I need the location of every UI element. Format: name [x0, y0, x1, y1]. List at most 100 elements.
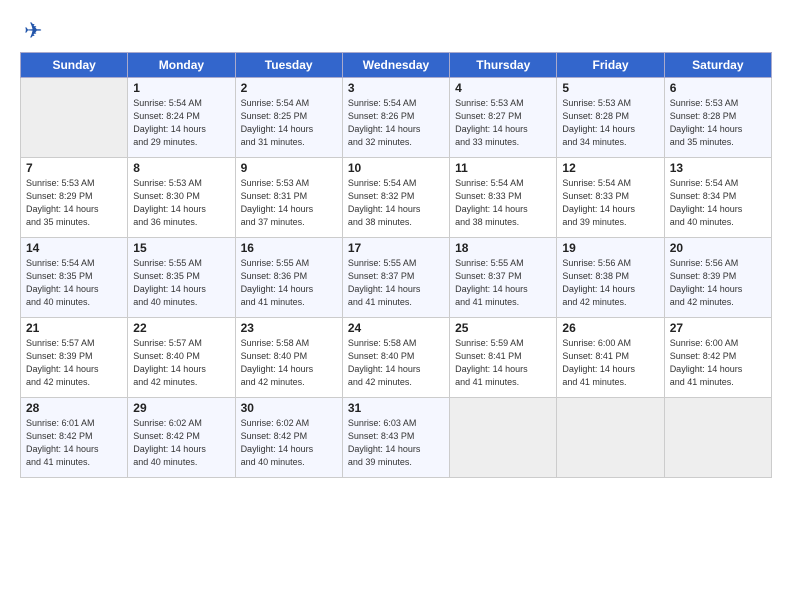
day-number: 31	[348, 401, 444, 415]
week-row-5: 28Sunrise: 6:01 AM Sunset: 8:42 PM Dayli…	[21, 398, 772, 478]
calendar-cell: 7 Sunrise: 5:53 AM Sunset: 8:29 PM Daylig…	[21, 158, 128, 238]
day-number: 17	[348, 241, 444, 255]
day-number: 6	[670, 81, 766, 95]
calendar-table: SundayMondayTuesdayWednesdayThursdayFrid…	[20, 52, 772, 478]
day-number: 1	[133, 81, 229, 95]
calendar-cell: 22 Sunrise: 5:57 AM Sunset: 8:40 PM Dayli…	[128, 318, 235, 398]
calendar-cell: 28Sunrise: 6:01 AM Sunset: 8:42 PM Dayli…	[21, 398, 128, 478]
day-number: 24	[348, 321, 444, 335]
week-row-3: 14Sunrise: 5:54 AM Sunset: 8:35 PM Dayli…	[21, 238, 772, 318]
day-info: Sunrise: 5:58 AM Sunset: 8:40 PM Dayligh…	[241, 337, 337, 389]
day-info: Sunrise: 6:03 AM Sunset: 8:43 PM Dayligh…	[348, 417, 444, 469]
calendar-cell	[557, 398, 664, 478]
day-info: Sunrise: 5:54 AM Sunset: 8:33 PM Dayligh…	[455, 177, 551, 229]
header-cell-friday: Friday	[557, 53, 664, 78]
day-number: 30	[241, 401, 337, 415]
day-number: 7	[26, 161, 122, 175]
calendar-cell	[450, 398, 557, 478]
day-number: 2	[241, 81, 337, 95]
day-info: Sunrise: 5:54 AM Sunset: 8:25 PM Dayligh…	[241, 97, 337, 149]
calendar-cell: 11 Sunrise: 5:54 AM Sunset: 8:33 PM Dayli…	[450, 158, 557, 238]
calendar-cell: 15Sunrise: 5:55 AM Sunset: 8:35 PM Dayli…	[128, 238, 235, 318]
calendar-page: ✈ SundayMondayTuesdayWednesdayThursdayFr…	[0, 0, 792, 488]
calendar-cell: 13 Sunrise: 5:54 AM Sunset: 8:34 PM Dayli…	[664, 158, 771, 238]
calendar-cell: 12 Sunrise: 5:54 AM Sunset: 8:33 PM Dayli…	[557, 158, 664, 238]
day-number: 12	[562, 161, 658, 175]
day-number: 4	[455, 81, 551, 95]
day-number: 19	[562, 241, 658, 255]
day-number: 16	[241, 241, 337, 255]
day-info: Sunrise: 5:54 AM Sunset: 8:32 PM Dayligh…	[348, 177, 444, 229]
calendar-cell: 2 Sunrise: 5:54 AM Sunset: 8:25 PM Daylig…	[235, 78, 342, 158]
week-row-4: 21Sunrise: 5:57 AM Sunset: 8:39 PM Dayli…	[21, 318, 772, 398]
calendar-cell: 16 Sunrise: 5:55 AM Sunset: 8:36 PM Dayli…	[235, 238, 342, 318]
day-info: Sunrise: 6:02 AM Sunset: 8:42 PM Dayligh…	[133, 417, 229, 469]
day-number: 15	[133, 241, 229, 255]
day-info: Sunrise: 5:54 AM Sunset: 8:33 PM Dayligh…	[562, 177, 658, 229]
calendar-header: SundayMondayTuesdayWednesdayThursdayFrid…	[21, 53, 772, 78]
day-number: 29	[133, 401, 229, 415]
calendar-cell: 30 Sunrise: 6:02 AM Sunset: 8:42 PM Dayli…	[235, 398, 342, 478]
calendar-cell: 9Sunrise: 5:53 AM Sunset: 8:31 PM Daylig…	[235, 158, 342, 238]
day-number: 22	[133, 321, 229, 335]
day-info: Sunrise: 5:59 AM Sunset: 8:41 PM Dayligh…	[455, 337, 551, 389]
calendar-body: 1Sunrise: 5:54 AM Sunset: 8:24 PM Daylig…	[21, 78, 772, 478]
day-info: Sunrise: 5:54 AM Sunset: 8:26 PM Dayligh…	[348, 97, 444, 149]
header-cell-thursday: Thursday	[450, 53, 557, 78]
header-cell-wednesday: Wednesday	[342, 53, 449, 78]
day-info: Sunrise: 5:53 AM Sunset: 8:29 PM Dayligh…	[26, 177, 122, 229]
day-info: Sunrise: 5:53 AM Sunset: 8:27 PM Dayligh…	[455, 97, 551, 149]
day-info: Sunrise: 5:54 AM Sunset: 8:34 PM Dayligh…	[670, 177, 766, 229]
day-info: Sunrise: 6:02 AM Sunset: 8:42 PM Dayligh…	[241, 417, 337, 469]
day-number: 8	[133, 161, 229, 175]
calendar-cell: 26 Sunrise: 6:00 AM Sunset: 8:41 PM Dayli…	[557, 318, 664, 398]
day-info: Sunrise: 5:53 AM Sunset: 8:28 PM Dayligh…	[562, 97, 658, 149]
day-info: Sunrise: 5:56 AM Sunset: 8:38 PM Dayligh…	[562, 257, 658, 309]
day-info: Sunrise: 5:53 AM Sunset: 8:30 PM Dayligh…	[133, 177, 229, 229]
day-info: Sunrise: 5:57 AM Sunset: 8:40 PM Dayligh…	[133, 337, 229, 389]
day-number: 20	[670, 241, 766, 255]
calendar-cell: 6Sunrise: 5:53 AM Sunset: 8:28 PM Daylig…	[664, 78, 771, 158]
header-cell-monday: Monday	[128, 53, 235, 78]
calendar-cell: 4 Sunrise: 5:53 AM Sunset: 8:27 PM Daylig…	[450, 78, 557, 158]
calendar-cell	[21, 78, 128, 158]
day-number: 9	[241, 161, 337, 175]
calendar-cell: 8 Sunrise: 5:53 AM Sunset: 8:30 PM Daylig…	[128, 158, 235, 238]
calendar-cell: 23 Sunrise: 5:58 AM Sunset: 8:40 PM Dayli…	[235, 318, 342, 398]
calendar-cell: 27 Sunrise: 6:00 AM Sunset: 8:42 PM Dayli…	[664, 318, 771, 398]
day-number: 13	[670, 161, 766, 175]
day-info: Sunrise: 6:00 AM Sunset: 8:42 PM Dayligh…	[670, 337, 766, 389]
day-number: 11	[455, 161, 551, 175]
header-row: SundayMondayTuesdayWednesdayThursdayFrid…	[21, 53, 772, 78]
calendar-cell: 3 Sunrise: 5:54 AM Sunset: 8:26 PM Daylig…	[342, 78, 449, 158]
day-number: 3	[348, 81, 444, 95]
calendar-cell: 10 Sunrise: 5:54 AM Sunset: 8:32 PM Dayli…	[342, 158, 449, 238]
header: ✈	[20, 18, 772, 44]
calendar-cell: 5 Sunrise: 5:53 AM Sunset: 8:28 PM Daylig…	[557, 78, 664, 158]
calendar-cell: 1Sunrise: 5:54 AM Sunset: 8:24 PM Daylig…	[128, 78, 235, 158]
calendar-cell: 18Sunrise: 5:55 AM Sunset: 8:37 PM Dayli…	[450, 238, 557, 318]
calendar-cell: 19 Sunrise: 5:56 AM Sunset: 8:38 PM Dayli…	[557, 238, 664, 318]
calendar-cell: 29 Sunrise: 6:02 AM Sunset: 8:42 PM Dayli…	[128, 398, 235, 478]
day-info: Sunrise: 5:55 AM Sunset: 8:36 PM Dayligh…	[241, 257, 337, 309]
calendar-cell: 21Sunrise: 5:57 AM Sunset: 8:39 PM Dayli…	[21, 318, 128, 398]
header-cell-tuesday: Tuesday	[235, 53, 342, 78]
day-number: 25	[455, 321, 551, 335]
day-info: Sunrise: 5:57 AM Sunset: 8:39 PM Dayligh…	[26, 337, 122, 389]
day-number: 23	[241, 321, 337, 335]
header-cell-sunday: Sunday	[21, 53, 128, 78]
logo: ✈	[20, 18, 42, 44]
day-number: 18	[455, 241, 551, 255]
day-number: 5	[562, 81, 658, 95]
day-number: 26	[562, 321, 658, 335]
calendar-cell: 20Sunrise: 5:56 AM Sunset: 8:39 PM Dayli…	[664, 238, 771, 318]
logo-bird-icon: ✈	[24, 18, 42, 44]
day-info: Sunrise: 6:00 AM Sunset: 8:41 PM Dayligh…	[562, 337, 658, 389]
day-number: 27	[670, 321, 766, 335]
day-number: 10	[348, 161, 444, 175]
day-number: 28	[26, 401, 122, 415]
calendar-cell: 31 Sunrise: 6:03 AM Sunset: 8:43 PM Dayli…	[342, 398, 449, 478]
day-number: 14	[26, 241, 122, 255]
day-info: Sunrise: 5:58 AM Sunset: 8:40 PM Dayligh…	[348, 337, 444, 389]
calendar-cell: 25 Sunrise: 5:59 AM Sunset: 8:41 PM Dayli…	[450, 318, 557, 398]
